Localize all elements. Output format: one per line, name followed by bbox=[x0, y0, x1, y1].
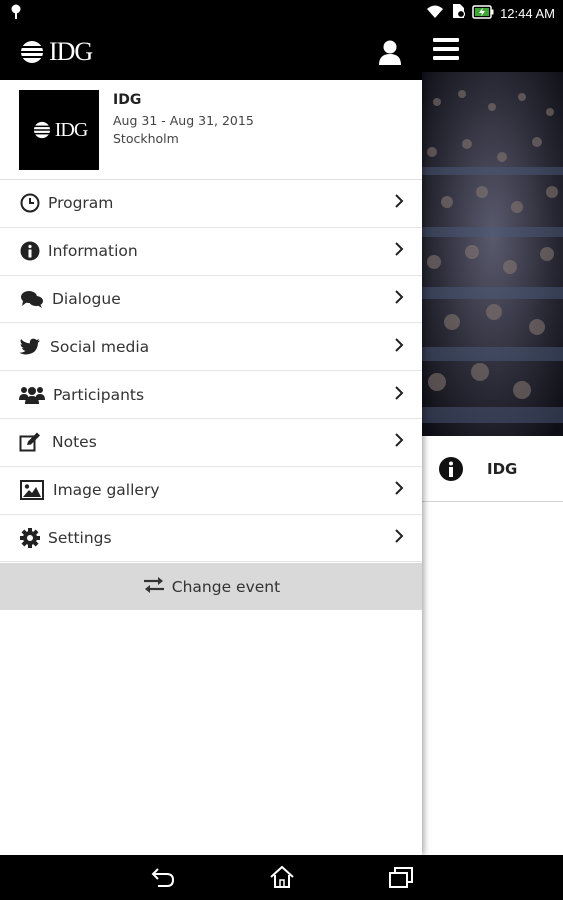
current-event-card[interactable]: IDG IDG Aug 31 - Aug 31, 2015 Stockholm bbox=[0, 80, 422, 180]
idg-logo: IDG bbox=[17, 37, 93, 67]
battery-charging-icon bbox=[472, 4, 494, 23]
change-event-button[interactable]: Change event bbox=[0, 563, 422, 610]
image-icon bbox=[19, 479, 45, 501]
menu-item-program[interactable]: Program bbox=[0, 180, 422, 228]
menu-item-label: Notes bbox=[52, 433, 97, 452]
menu-item-label: Dialogue bbox=[52, 289, 121, 308]
recents-icon[interactable] bbox=[388, 865, 414, 893]
menu-hamburger-icon[interactable] bbox=[433, 38, 459, 60]
chat-icon bbox=[19, 288, 45, 310]
drawer-menu: Program Information Dialogue Social medi… bbox=[0, 180, 422, 563]
menu-item-dialogue[interactable]: Dialogue bbox=[0, 276, 422, 324]
menu-item-label: Information bbox=[48, 242, 138, 261]
chevron-right-icon bbox=[394, 337, 404, 357]
menu-item-label: Social media bbox=[50, 337, 150, 356]
event-hero-image bbox=[422, 72, 563, 436]
back-icon[interactable] bbox=[150, 865, 176, 893]
chevron-right-icon bbox=[394, 528, 404, 548]
info-icon bbox=[438, 456, 464, 486]
event-dates: Aug 31 - Aug 31, 2015 bbox=[113, 113, 254, 128]
wifi-icon bbox=[426, 4, 444, 23]
location-pin-icon bbox=[10, 4, 22, 24]
gear-icon bbox=[19, 527, 41, 549]
chevron-right-icon bbox=[394, 385, 404, 405]
chevron-right-icon bbox=[394, 241, 404, 261]
navigation-drawer: IDG IDG IDG Aug 31 - Aug 31, 2015 Stockh… bbox=[0, 26, 422, 855]
chevron-right-icon bbox=[394, 289, 404, 309]
info-icon bbox=[19, 240, 41, 262]
change-event-label: Change event bbox=[171, 577, 281, 596]
home-icon[interactable] bbox=[269, 865, 295, 893]
clock-time: 12:44 AM bbox=[500, 5, 555, 21]
system-nav-bar bbox=[0, 855, 563, 900]
user-icon[interactable] bbox=[378, 40, 402, 70]
menu-item-image-gallery[interactable]: Image gallery bbox=[0, 467, 422, 515]
people-icon bbox=[19, 384, 45, 406]
menu-item-label: Image gallery bbox=[53, 481, 160, 500]
event-title: IDG bbox=[113, 92, 142, 108]
menu-item-participants[interactable]: Participants bbox=[0, 371, 422, 419]
menu-item-information[interactable]: Information bbox=[0, 228, 422, 276]
event-name: IDG bbox=[487, 460, 518, 478]
menu-item-label: Program bbox=[48, 194, 114, 213]
event-info-row[interactable]: IDG bbox=[422, 436, 563, 502]
menu-item-settings[interactable]: Settings bbox=[0, 515, 422, 563]
menu-item-notes[interactable]: Notes bbox=[0, 419, 422, 467]
status-bar: 12:44 AM bbox=[0, 0, 563, 26]
swap-arrows-icon bbox=[142, 576, 166, 598]
menu-item-label: Settings bbox=[48, 528, 112, 547]
menu-item-label: Participants bbox=[53, 385, 145, 404]
twitter-icon bbox=[19, 336, 41, 358]
sim-icon bbox=[450, 3, 466, 23]
chevron-right-icon bbox=[394, 193, 404, 213]
edit-icon bbox=[19, 431, 41, 453]
chevron-right-icon bbox=[394, 432, 404, 452]
event-logo: IDG bbox=[19, 90, 99, 170]
menu-item-social-media[interactable]: Social media bbox=[0, 323, 422, 372]
event-location: Stockholm bbox=[113, 131, 179, 146]
clock-icon bbox=[19, 192, 41, 214]
drawer-header: IDG bbox=[0, 26, 422, 80]
chevron-right-icon bbox=[394, 480, 404, 500]
